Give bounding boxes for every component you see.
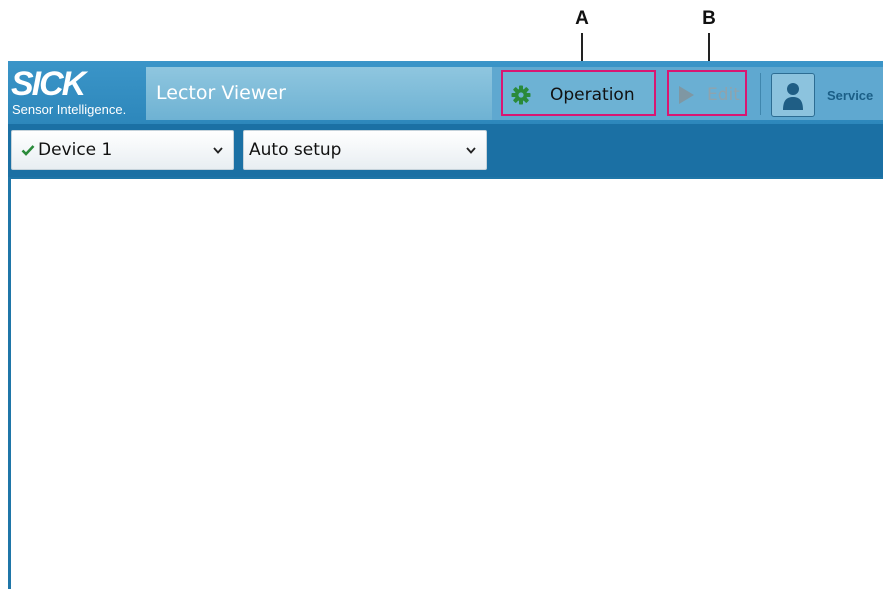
app-title-panel: Lector Viewer: [146, 67, 492, 120]
mode-select-value: Auto setup: [249, 140, 342, 160]
mode-select[interactable]: Auto setup: [243, 130, 487, 170]
chevron-down-icon: [466, 147, 476, 154]
callout-label-a: A: [575, 8, 589, 29]
lector-app-window: SICK Sensor Intelligence. Lector Viewer: [8, 61, 883, 589]
gear-icon: [511, 85, 531, 105]
user-icon: [783, 83, 803, 110]
header-bar: SICK Sensor Intelligence. Lector Viewer: [8, 61, 883, 124]
chevron-down-icon: [213, 147, 223, 154]
callout-label-b: B: [702, 8, 716, 29]
user-role-label: Service: [827, 88, 874, 103]
play-icon: [679, 86, 694, 104]
device-select-value: Device 1: [38, 140, 113, 160]
sick-logo: SICK Sensor Intelligence.: [11, 65, 141, 121]
main-content-area: [11, 179, 883, 589]
logo-word: SICK: [11, 65, 86, 103]
edit-label: Edit: [707, 85, 740, 105]
check-icon: [21, 145, 35, 156]
logo-tagline: Sensor Intelligence.: [12, 102, 127, 117]
edit-button[interactable]: Edit: [667, 70, 747, 116]
operation-label: Operation: [550, 85, 635, 105]
device-select[interactable]: Device 1: [11, 130, 234, 170]
operation-button[interactable]: Operation: [501, 70, 656, 116]
toolbar: Device 1 Auto setup: [8, 124, 883, 177]
header-divider: [760, 73, 761, 115]
user-account-button[interactable]: [771, 73, 815, 117]
app-title: Lector Viewer: [156, 82, 286, 104]
